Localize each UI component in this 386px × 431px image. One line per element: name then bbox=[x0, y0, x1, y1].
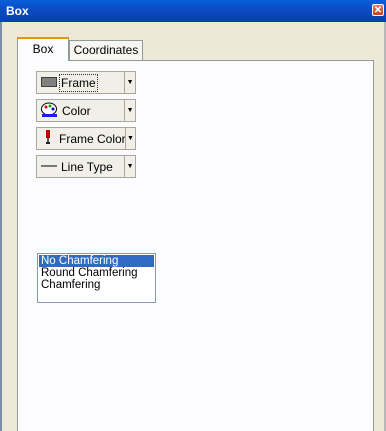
palette-icon bbox=[41, 102, 58, 120]
client-area: Box Coordinates Frame ▼ Color ▼ Frame Co… bbox=[0, 22, 386, 431]
frame-rect-icon bbox=[41, 76, 57, 90]
color-button[interactable]: Color ▼ bbox=[36, 99, 136, 122]
color-dropdown-arrow[interactable]: ▼ bbox=[124, 100, 135, 121]
frame-color-button[interactable]: Frame Color ▼ bbox=[36, 127, 136, 150]
frame-color-dropdown-arrow[interactable]: ▼ bbox=[125, 128, 135, 149]
title-bar[interactable]: Box ✕ bbox=[0, 0, 386, 22]
list-item-no-chamfering[interactable]: No Chamfering bbox=[39, 255, 154, 267]
tab-coordinates[interactable]: Coordinates bbox=[69, 40, 143, 60]
frame-dropdown-arrow[interactable]: ▼ bbox=[124, 72, 135, 93]
chamfer-listbox[interactable]: No Chamfering Round Chamfering Chamferin… bbox=[37, 253, 156, 303]
frame-color-button-main[interactable]: Frame Color bbox=[37, 128, 125, 149]
close-icon[interactable]: ✕ bbox=[372, 4, 384, 16]
frame-button-main[interactable]: Frame bbox=[37, 72, 124, 93]
frame-label: Frame bbox=[59, 73, 98, 92]
frame-button[interactable]: Frame ▼ bbox=[36, 71, 136, 94]
line-type-dropdown-arrow[interactable]: ▼ bbox=[124, 156, 135, 177]
color-label: Color bbox=[62, 103, 91, 118]
dialog-window: Box ✕ Box Coordinates Frame ▼ Color ▼ Fr… bbox=[0, 0, 386, 431]
tab-box[interactable]: Box bbox=[17, 37, 69, 61]
line-type-button[interactable]: Line Type ▼ bbox=[36, 155, 136, 178]
color-button-main[interactable]: Color bbox=[37, 100, 124, 121]
line-icon bbox=[41, 160, 57, 174]
window-title: Box bbox=[6, 4, 29, 18]
list-item-chamfering[interactable]: Chamfering bbox=[39, 279, 154, 291]
frame-color-label: Frame Color bbox=[59, 131, 125, 146]
line-type-label: Line Type bbox=[61, 159, 113, 174]
paint-brush-icon bbox=[41, 129, 55, 148]
line-type-button-main[interactable]: Line Type bbox=[37, 156, 124, 177]
list-item-round-chamfering[interactable]: Round Chamfering bbox=[39, 267, 154, 279]
